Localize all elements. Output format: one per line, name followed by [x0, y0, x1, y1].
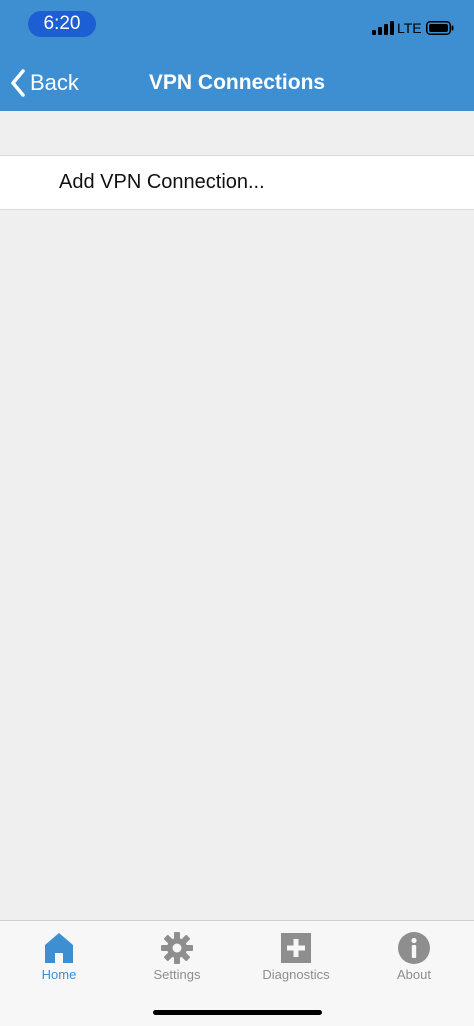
tab-about[interactable]: About — [355, 929, 473, 989]
tab-diagnostics-label: Diagnostics — [262, 967, 330, 982]
tab-home-label: Home — [41, 967, 77, 982]
plus-square-icon — [281, 933, 311, 963]
info-icon — [398, 932, 430, 964]
tab-home[interactable]: Home — [0, 929, 118, 989]
page-title: VPN Connections — [148, 71, 326, 94]
tab-settings-label: Settings — [153, 967, 201, 982]
gear-icon — [161, 932, 193, 964]
navigation-bar: 6:20 LTE Back VPN Connections — [0, 0, 474, 111]
battery-icon — [426, 21, 454, 35]
home-icon — [45, 933, 73, 963]
tab-about-label: About — [397, 967, 431, 982]
tab-settings[interactable]: Settings — [118, 929, 236, 989]
status-time: 6:20 — [28, 11, 96, 37]
add-vpn-connection-item[interactable]: Add VPN Connection... — [0, 155, 474, 210]
tab-diagnostics[interactable]: Diagnostics — [237, 929, 355, 989]
add-vpn-connection-label: Add VPN Connection... — [59, 171, 265, 193]
cellular-signal-icon — [372, 21, 394, 35]
home-indicator[interactable] — [153, 1010, 322, 1015]
network-type: LTE — [397, 20, 422, 36]
